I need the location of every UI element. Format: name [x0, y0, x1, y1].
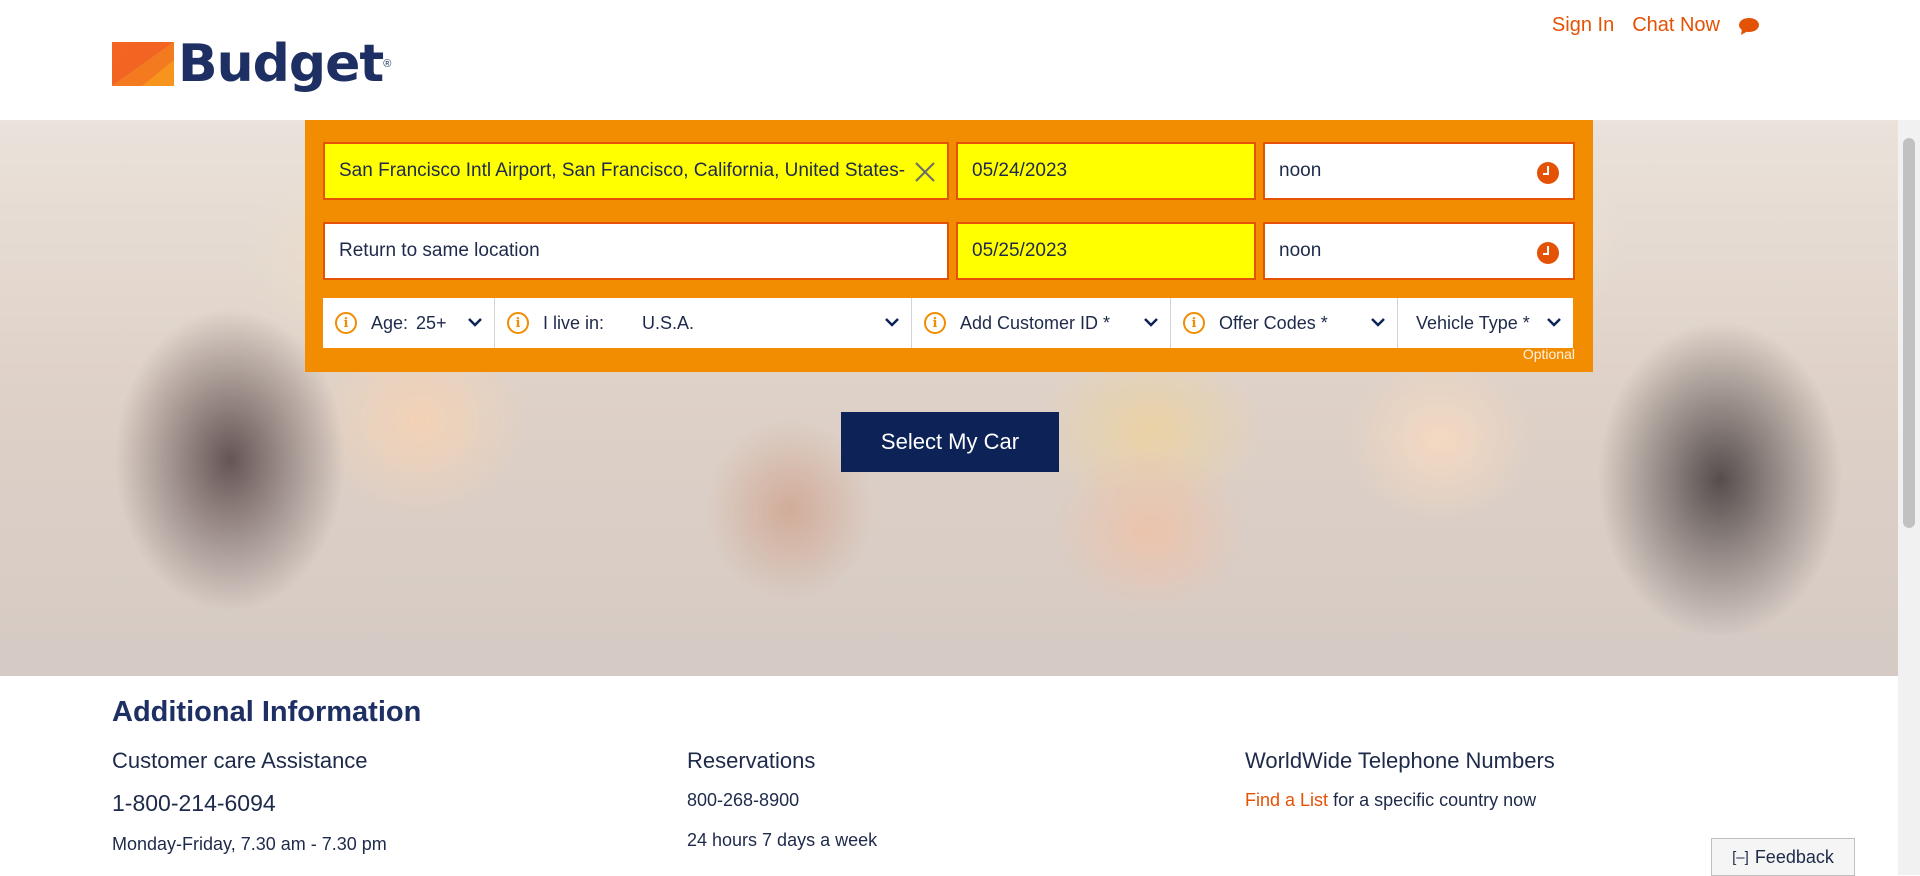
- worldwide-suffix: for a specific country now: [1333, 790, 1537, 810]
- customer-care-column: Customer care Assistance 1-800-214-6094 …: [112, 748, 387, 854]
- country-select[interactable]: i I live in: U.S.A.: [495, 298, 912, 348]
- return-time-select[interactable]: noon: [1263, 222, 1575, 280]
- offer-codes-label: Offer Codes *: [1219, 312, 1328, 333]
- vehicle-type-dropdown[interactable]: Vehicle Type *: [1398, 298, 1573, 348]
- find-a-list-link[interactable]: Find a List: [1245, 790, 1328, 810]
- section-title: Additional Information: [112, 696, 422, 728]
- brand-registered-mark: ®: [383, 58, 392, 70]
- top-links: Sign In Chat Now: [1552, 14, 1760, 37]
- site-header: Budget ® Sign In Chat Now: [0, 0, 1898, 121]
- info-icon[interactable]: i: [507, 312, 529, 334]
- scrollbar-thumb[interactable]: [1903, 138, 1915, 528]
- chevron-down-icon: [1547, 318, 1561, 327]
- reservations-phone[interactable]: 800-268-8900: [687, 790, 799, 811]
- chevron-down-icon: [1144, 318, 1158, 327]
- sign-in-link[interactable]: Sign In: [1552, 14, 1614, 37]
- return-location-input[interactable]: Return to same location: [323, 222, 949, 280]
- info-icon[interactable]: i: [1183, 312, 1205, 334]
- budget-logo[interactable]: Budget ®: [112, 38, 391, 90]
- feedback-label: Feedback: [1754, 846, 1834, 867]
- worldwide-text: Find a List for a specific country now: [1245, 790, 1536, 811]
- vehicle-type-label: Vehicle Type *: [1416, 312, 1530, 333]
- reservations-column: Reservations 800-268-8900 24 hours 7 day…: [687, 748, 877, 850]
- return-date-input[interactable]: 05/25/2023: [956, 222, 1256, 280]
- pickup-time-select[interactable]: noon: [1263, 142, 1575, 200]
- age-value: 25+: [416, 312, 447, 333]
- brand-name: Budget: [178, 34, 384, 94]
- pickup-time-value: noon: [1279, 160, 1322, 181]
- customer-id-label: Add Customer ID *: [960, 312, 1111, 333]
- chevron-down-icon: [885, 318, 899, 327]
- reservations-hours: 24 hours 7 days a week: [687, 830, 878, 850]
- pickup-location-input[interactable]: San Francisco Intl Airport, San Francisc…: [323, 142, 949, 200]
- age-select[interactable]: i Age: 25+: [323, 298, 495, 348]
- offer-codes-dropdown[interactable]: i Offer Codes *: [1171, 298, 1398, 348]
- customer-care-hours: Monday-Friday, 7.30 am - 7.30 pm: [112, 834, 387, 854]
- chevron-down-icon: [468, 318, 482, 327]
- customer-care-phone[interactable]: 1-800-214-6094: [112, 790, 276, 817]
- clear-location-icon[interactable]: [913, 160, 937, 184]
- booking-options-row: i Age: 25+ i I live in: U.S.A. i Add Cus…: [323, 298, 1573, 348]
- worldwide-heading: WorldWide Telephone Numbers: [1245, 748, 1555, 773]
- return-date-value: 05/25/2023: [972, 240, 1068, 261]
- booking-form: San Francisco Intl Airport, San Francisc…: [305, 120, 1593, 372]
- pickup-date-input[interactable]: 05/24/2023: [956, 142, 1256, 200]
- reservations-heading: Reservations: [687, 748, 816, 773]
- scrollbar[interactable]: [1898, 120, 1920, 875]
- feedback-button[interactable]: [–] Feedback: [1711, 838, 1855, 876]
- customer-id-dropdown[interactable]: i Add Customer ID *: [912, 298, 1171, 348]
- feedback-toggle: [–]: [1732, 848, 1749, 866]
- select-my-car-button[interactable]: Select My Car: [841, 412, 1059, 472]
- clock-icon: [1537, 162, 1559, 184]
- clock-icon: [1537, 242, 1559, 264]
- country-label: I live in:: [543, 312, 605, 333]
- chat-now-link[interactable]: Chat Now: [1632, 14, 1720, 37]
- pickup-location-value: San Francisco Intl Airport, San Francisc…: [339, 160, 905, 181]
- budget-logo-mark-icon: [112, 42, 174, 86]
- country-value: U.S.A.: [642, 312, 695, 333]
- pickup-date-value: 05/24/2023: [972, 160, 1068, 181]
- chevron-down-icon: [1371, 318, 1385, 327]
- info-icon[interactable]: i: [924, 312, 946, 334]
- info-icon[interactable]: i: [335, 312, 357, 334]
- return-time-value: noon: [1279, 240, 1322, 261]
- chat-bubble-icon[interactable]: [1738, 17, 1760, 35]
- optional-note: Optional: [1522, 346, 1575, 362]
- return-location-value: Return to same location: [339, 240, 540, 261]
- age-label: Age:: [371, 312, 409, 333]
- customer-care-heading: Customer care Assistance: [112, 748, 368, 773]
- worldwide-column: WorldWide Telephone Numbers Find a List …: [1245, 748, 1555, 810]
